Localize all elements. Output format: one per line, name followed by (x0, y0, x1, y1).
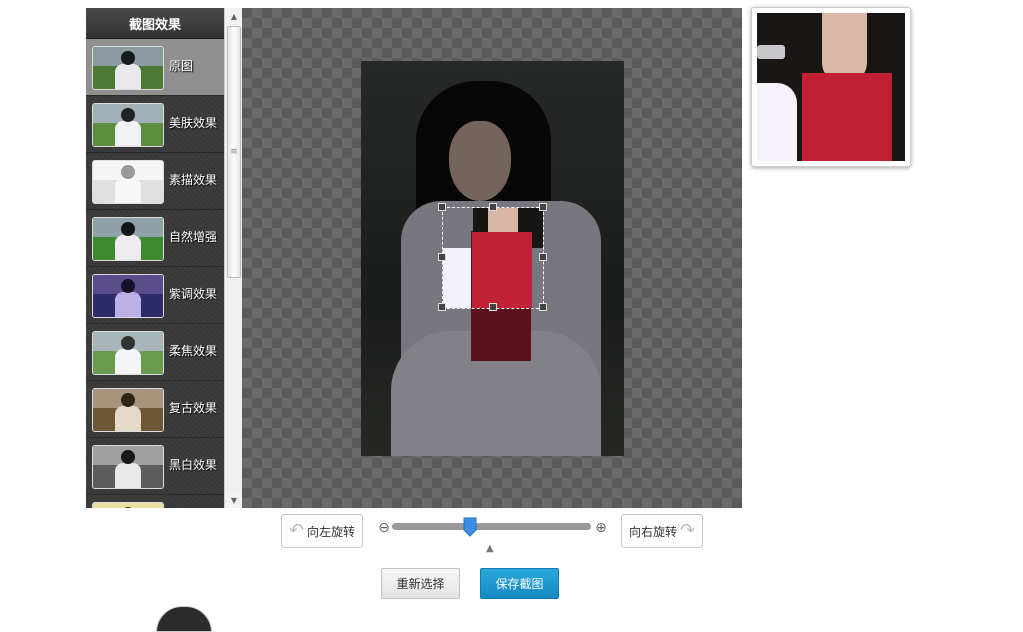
effect-list: 原图美肤效果素描效果自然增强紫调效果柔焦效果复古效果黑白效果 (86, 39, 224, 508)
effect-label: 柔焦效果 (169, 344, 218, 358)
effect-thumbnail (92, 274, 164, 318)
effect-item[interactable]: 自然增强 (86, 210, 224, 267)
zoom-slider-track[interactable] (392, 523, 591, 530)
effect-thumbnail (92, 445, 164, 489)
crop-handle-bottom[interactable] (489, 303, 497, 311)
crop-handle-bottom-right[interactable] (539, 303, 547, 311)
effect-label: 紫调效果 (169, 287, 218, 301)
effect-label: 自然增强 (169, 230, 218, 244)
effect-label: 黑白效果 (169, 458, 218, 472)
rotate-left-button[interactable]: ↶ 向左旋转 (281, 514, 363, 548)
effect-item[interactable]: 素描效果 (86, 153, 224, 210)
edit-canvas (242, 8, 742, 508)
rotate-right-icon: ↷ (679, 520, 696, 541)
effect-thumbnail (92, 46, 164, 90)
effect-thumbnail (92, 217, 164, 261)
effect-label: 原图 (169, 59, 194, 73)
effect-thumbnail (92, 331, 164, 375)
effect-item[interactable]: 黑白效果 (86, 438, 224, 495)
rotate-right-button[interactable]: 向右旋转 ↷ (621, 514, 703, 548)
crop-handle-top-right[interactable] (539, 203, 547, 211)
effect-thumbnail (92, 502, 164, 508)
source-photo (361, 61, 624, 456)
effect-item[interactable]: 复古效果 (86, 381, 224, 438)
effect-item[interactable]: 原图 (86, 39, 224, 96)
zoom-default-marker-icon: ▲ (486, 543, 494, 554)
effect-item[interactable]: 美肤效果 (86, 96, 224, 153)
scroll-up-arrow-icon[interactable]: ▲ (225, 8, 242, 24)
effect-item[interactable] (86, 495, 224, 508)
crop-handle-top-left[interactable] (438, 203, 446, 211)
save-screenshot-button[interactable]: 保存截图 (480, 568, 559, 599)
scroll-down-arrow-icon[interactable]: ▼ (225, 492, 242, 508)
sidebar-title: 截图效果 (86, 8, 224, 39)
reselect-button[interactable]: 重新选择 (381, 568, 460, 599)
effect-item[interactable]: 紫调效果 (86, 267, 224, 324)
effect-label: 素描效果 (169, 173, 218, 187)
sidebar-scrollbar[interactable]: ▲ ≡ ▼ (224, 8, 242, 508)
scroll-thumb[interactable]: ≡ (227, 26, 241, 278)
rotate-right-label: 向右旋转 (628, 524, 677, 539)
crop-handle-bottom-left[interactable] (438, 303, 446, 311)
zoom-in-icon[interactable]: ⊕ (593, 520, 609, 536)
crop-preview (751, 7, 911, 167)
crop-handle-left[interactable] (438, 253, 446, 261)
effect-item[interactable]: 柔焦效果 (86, 324, 224, 381)
preview-image (757, 13, 905, 161)
zoom-slider-thumb[interactable] (463, 517, 477, 537)
avatar (156, 606, 212, 632)
effect-thumbnail (92, 388, 164, 432)
effects-sidebar: 截图效果 原图美肤效果素描效果自然增强紫调效果柔焦效果复古效果黑白效果 ▲ ≡ … (86, 8, 242, 508)
crop-handle-top[interactable] (489, 203, 497, 211)
effect-label: 复古效果 (169, 401, 218, 415)
rotate-left-label: 向左旋转 (307, 524, 356, 539)
rotate-left-icon: ↶ (288, 520, 305, 541)
effect-label: 美肤效果 (169, 116, 218, 130)
effect-thumbnail (92, 103, 164, 147)
crop-handle-right[interactable] (539, 253, 547, 261)
zoom-out-icon[interactable]: ⊖ (376, 520, 392, 536)
crop-selection[interactable] (442, 207, 544, 309)
effect-thumbnail (92, 160, 164, 204)
